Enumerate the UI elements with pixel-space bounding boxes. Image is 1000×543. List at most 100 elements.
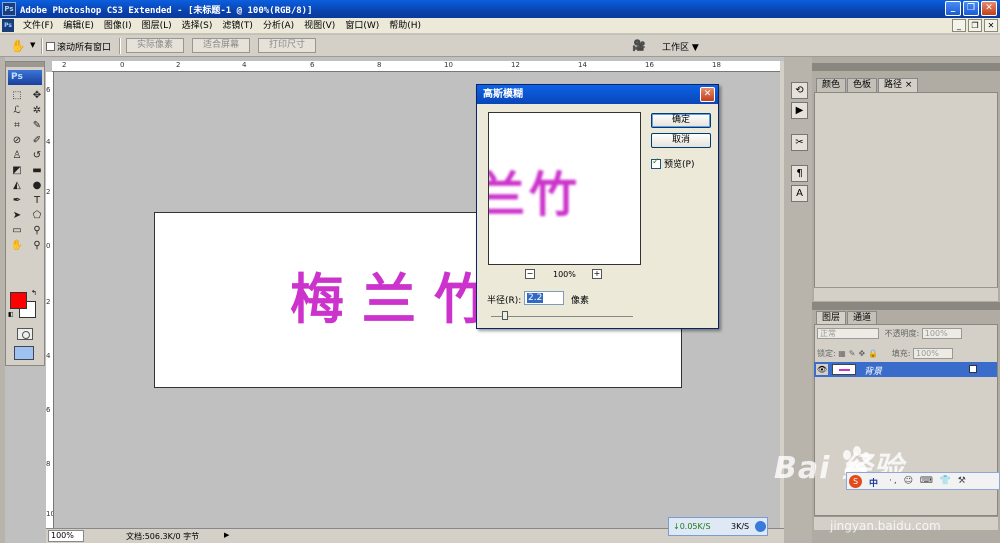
fit-screen-button[interactable]: 适合屏幕 (192, 38, 250, 53)
history-panel-icon[interactable]: ⟲ (791, 82, 808, 99)
pen-tool-icon[interactable]: ✒ (8, 194, 26, 208)
panel-header[interactable] (812, 302, 1000, 310)
toolbox-logo[interactable]: Ps (8, 70, 42, 85)
menu-analysis[interactable]: 分析(A) (258, 20, 299, 32)
doc-restore-button[interactable]: ❐ (968, 19, 982, 32)
tools-preset-icon[interactable]: ✂ (791, 134, 808, 151)
tool-preset-dropdown-icon[interactable]: ▼ (30, 41, 35, 49)
foreground-color-swatch[interactable] (10, 292, 27, 309)
path-selection-icon[interactable]: ➤ (8, 209, 26, 223)
menu-list: 文件(F) 编辑(E) 图像(I) 图层(L) 选择(S) 滤镜(T) 分析(A… (18, 20, 426, 32)
status-menu-arrow-icon[interactable]: ▶ (224, 531, 229, 539)
doc-close-button[interactable]: ✕ (984, 19, 998, 32)
checkbox-checked-icon[interactable] (651, 157, 661, 169)
tab-channels[interactable]: 通道 (847, 311, 878, 325)
workspace-menu[interactable]: 工作区 ▼ (662, 40, 699, 53)
menu-bar: Ps 文件(F) 编辑(E) 图像(I) 图层(L) 选择(S) 滤镜(T) 分… (0, 18, 1000, 34)
brush-tool-icon[interactable]: ✐ (28, 134, 46, 148)
layer-row-background[interactable]: 👁 背景 (814, 362, 997, 377)
cancel-button[interactable]: 取消 (651, 133, 711, 148)
restore-button[interactable]: ❐ (963, 1, 979, 16)
hand-tool-icon[interactable]: ✋ (8, 239, 26, 253)
actual-pixels-button[interactable]: 实际像素 (126, 38, 184, 53)
actions-panel-icon[interactable]: ▶ (791, 102, 808, 119)
gradient-tool-icon[interactable]: ▬ (28, 164, 46, 178)
toolbox-grip[interactable] (6, 62, 44, 67)
tab-color[interactable]: 颜色 (816, 78, 847, 92)
print-size-button[interactable]: 打印尺寸 (258, 38, 316, 53)
tab-paths[interactable]: 路径 × (878, 78, 919, 92)
radius-slider[interactable] (491, 316, 633, 317)
radius-slider-thumb[interactable] (502, 311, 509, 320)
camera-icon[interactable]: 🎥 (632, 39, 650, 53)
doc-icon[interactable]: Ps (2, 19, 14, 32)
character-panel-icon[interactable]: A (791, 185, 808, 202)
zoom-tool-icon[interactable]: ⚲ (28, 239, 46, 253)
ruler-tick: 6 (46, 86, 51, 94)
ime-language[interactable]: 中 (869, 476, 878, 489)
slice-tool-icon[interactable]: ✎ (28, 119, 46, 133)
dialog-title[interactable]: 高斯模糊 (477, 85, 718, 104)
lasso-tool-icon[interactable]: ℒ (8, 104, 26, 118)
blend-mode-select[interactable]: 正常 (817, 328, 879, 339)
ruler-tick: 2 (62, 61, 67, 69)
fill-input[interactable]: 100% (912, 348, 953, 359)
magic-wand-tool-icon[interactable]: ✲ (28, 104, 46, 118)
eraser-tool-icon[interactable]: ◩ (8, 164, 26, 178)
menu-file[interactable]: 文件(F) (18, 20, 58, 32)
paragraph-panel-icon[interactable]: ¶ (791, 165, 808, 182)
menu-select[interactable]: 选择(S) (177, 20, 218, 32)
lock-icons[interactable]: ▦✎✥🔒 (838, 349, 881, 358)
zoom-out-button[interactable]: − (525, 269, 535, 279)
dialog-close-button[interactable]: ✕ (700, 87, 715, 102)
dodge-tool-icon[interactable]: ● (28, 179, 46, 193)
menu-view[interactable]: 视图(V) (299, 20, 340, 32)
tab-swatches[interactable]: 色板 (847, 78, 878, 92)
preview-checkbox[interactable]: 预览(P) (651, 157, 694, 170)
tab-layers[interactable]: 图层 (816, 311, 847, 325)
ime-toolbar[interactable]: S 中 ·, ☺ ⌨ 👕 ⚒ (846, 472, 1000, 490)
opacity-input[interactable]: 100% (921, 328, 962, 339)
canvas-text-layer[interactable]: 梅兰竹 (290, 255, 506, 334)
minimize-button[interactable]: _ (945, 1, 961, 16)
notes-tool-icon[interactable]: ▭ (8, 224, 26, 238)
radius-label: 半径(R): (487, 296, 522, 306)
radius-input[interactable]: 2.2 (524, 291, 564, 305)
move-tool-icon[interactable]: ✥ (28, 89, 46, 103)
blend-mode-row: 正常 不透明度: 100% (817, 328, 962, 339)
network-speed-widget[interactable]: ↓0.05K/S 3K/S (668, 517, 768, 536)
default-colors-icon[interactable]: ◧ (8, 311, 16, 319)
menu-help[interactable]: 帮助(H) (384, 20, 426, 32)
menu-edit[interactable]: 编辑(E) (58, 20, 99, 32)
close-icon[interactable]: × (905, 80, 913, 90)
type-tool-icon[interactable]: T (28, 194, 46, 208)
doc-minimize-button[interactable]: _ (952, 19, 966, 32)
menu-image[interactable]: 图像(I) (99, 20, 137, 32)
menu-window[interactable]: 窗口(W) (340, 20, 384, 32)
blur-preview[interactable]: 兰竹 (488, 112, 641, 265)
menu-filter[interactable]: 滤镜(T) (217, 20, 258, 32)
ime-tool-icons[interactable]: ·, ☺ ⌨ 👕 ⚒ (889, 476, 968, 486)
visibility-eye-icon[interactable]: 👁 (816, 364, 828, 375)
zoom-field[interactable]: 100% (48, 530, 84, 542)
ime-logo-icon[interactable]: S (849, 475, 862, 488)
history-brush-icon[interactable]: ↺ (28, 149, 46, 163)
scroll-all-windows-checkbox[interactable]: 滚动所有窗口 (46, 40, 111, 53)
eyedropper-tool-icon[interactable]: ⚲ (28, 224, 46, 238)
blur-tool-icon[interactable]: ◭ (8, 179, 26, 193)
healing-brush-icon[interactable]: ⊘ (8, 134, 26, 148)
panel-header[interactable] (812, 63, 1000, 71)
hand-tool-icon[interactable]: ✋ (10, 38, 26, 54)
quick-mask-icon[interactable] (17, 328, 33, 340)
close-button[interactable]: ✕ (981, 1, 997, 16)
zoom-in-button[interactable]: + (592, 269, 602, 279)
shape-tool-icon[interactable]: ⬠ (28, 209, 46, 223)
checkbox-box[interactable] (46, 42, 55, 51)
crop-tool-icon[interactable]: ⌗ (8, 119, 26, 133)
marquee-tool-icon[interactable]: ⬚ (8, 89, 26, 103)
screen-mode-icon[interactable] (14, 346, 34, 360)
menu-layer[interactable]: 图层(L) (137, 20, 177, 32)
swap-colors-icon[interactable]: ↰ (31, 289, 37, 297)
ok-button[interactable]: 确定 (651, 113, 711, 128)
clone-stamp-icon[interactable]: ♙ (8, 149, 26, 163)
